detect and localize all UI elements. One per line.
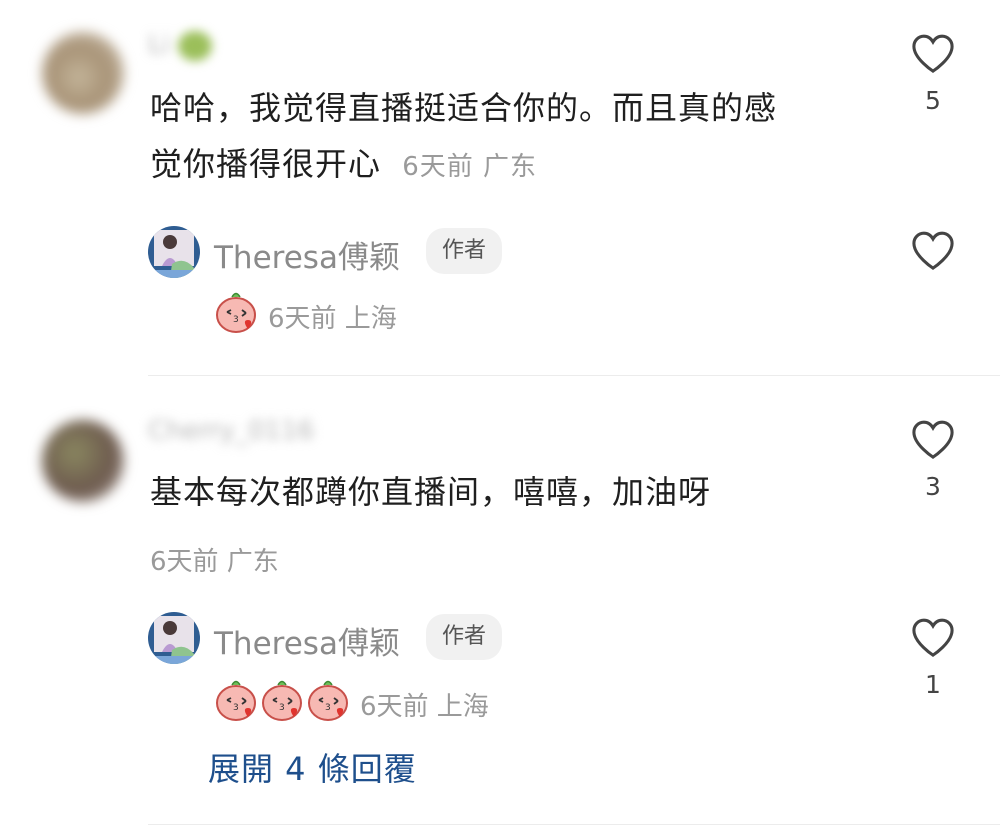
comment-meta: 6天前 广东 (402, 152, 537, 182)
svg-text:3: 3 (233, 315, 239, 325)
commenter-username[interactable]: Cherry_0116 (148, 416, 314, 446)
reply-like-button[interactable] (910, 229, 956, 271)
like-button[interactable] (910, 418, 956, 460)
author-badge: 作者 (426, 614, 503, 660)
kiss-peach-emoji: 3 (216, 292, 256, 333)
commenter-username-text: Li (148, 30, 170, 60)
like-button[interactable] (910, 32, 956, 74)
author-name[interactable]: Theresa傅颖 (214, 232, 400, 277)
author-avatar-image (148, 612, 200, 664)
comment-text: 哈哈，我觉得直播挺适合你的。而且真的感 觉你播得很开心 6天前 广东 (150, 80, 890, 195)
reply-like-button[interactable] (910, 616, 956, 658)
author-reply: Theresa傅颖 作者 3 3 3 6天前 上海 (148, 612, 1000, 732)
comment-text-line-2-content: 觉你播得很开心 (150, 145, 382, 183)
commenter-username[interactable]: Li (148, 30, 212, 61)
heart-outline-icon (912, 618, 954, 657)
username-sticker (177, 30, 212, 61)
comment-text: 基本每次都蹲你直播间，嘻嘻，加油呀 (150, 473, 712, 511)
commenter-avatar[interactable] (42, 420, 124, 502)
author-name[interactable]: Theresa傅颖 (214, 618, 400, 663)
comment-item-2: Cherry_0116 基本每次都蹲你直播间，嘻嘻，加油呀 6天前 广东 3 T… (0, 376, 1000, 826)
svg-text:3: 3 (233, 703, 239, 713)
author-avatar[interactable] (148, 226, 200, 278)
svg-text:3: 3 (279, 703, 285, 713)
commenter-avatar[interactable] (42, 32, 124, 114)
reply-like-count: 1 (925, 670, 941, 699)
comment-text-line-2: 觉你播得很开心 6天前 广东 (150, 136, 890, 195)
expand-replies-link[interactable]: 展開 4 條回覆 (208, 744, 417, 790)
heart-outline-icon (912, 231, 954, 270)
svg-text:3: 3 (325, 703, 331, 713)
kiss-peach-emoji: 3 (216, 680, 256, 721)
author-reply: Theresa傅颖 作者 3 6天前 上海 (148, 226, 1000, 346)
author-avatar-image (148, 226, 200, 278)
comment-divider (148, 824, 1000, 825)
reply-meta: 6天前 上海 (268, 304, 397, 334)
heart-outline-icon (912, 420, 954, 459)
author-avatar[interactable] (148, 612, 200, 664)
like-count: 5 (925, 86, 941, 115)
kiss-peach-emoji: 3 (262, 680, 302, 721)
comment-text-line-1: 哈哈，我觉得直播挺适合你的。而且真的感 (150, 89, 778, 127)
reply-meta: 6天前 上海 (360, 692, 489, 722)
like-count: 3 (925, 472, 941, 501)
comment-item-1: Li 哈哈，我觉得直播挺适合你的。而且真的感 觉你播得很开心 6天前 广东 5 (0, 0, 1000, 375)
comment-meta: 6天前 广东 (150, 547, 279, 577)
reply-emoji-row: 3 3 3 6天前 上海 (212, 674, 612, 730)
author-badge: 作者 (426, 228, 503, 274)
heart-outline-icon (912, 34, 954, 73)
kiss-peach-emoji: 3 (308, 680, 348, 721)
